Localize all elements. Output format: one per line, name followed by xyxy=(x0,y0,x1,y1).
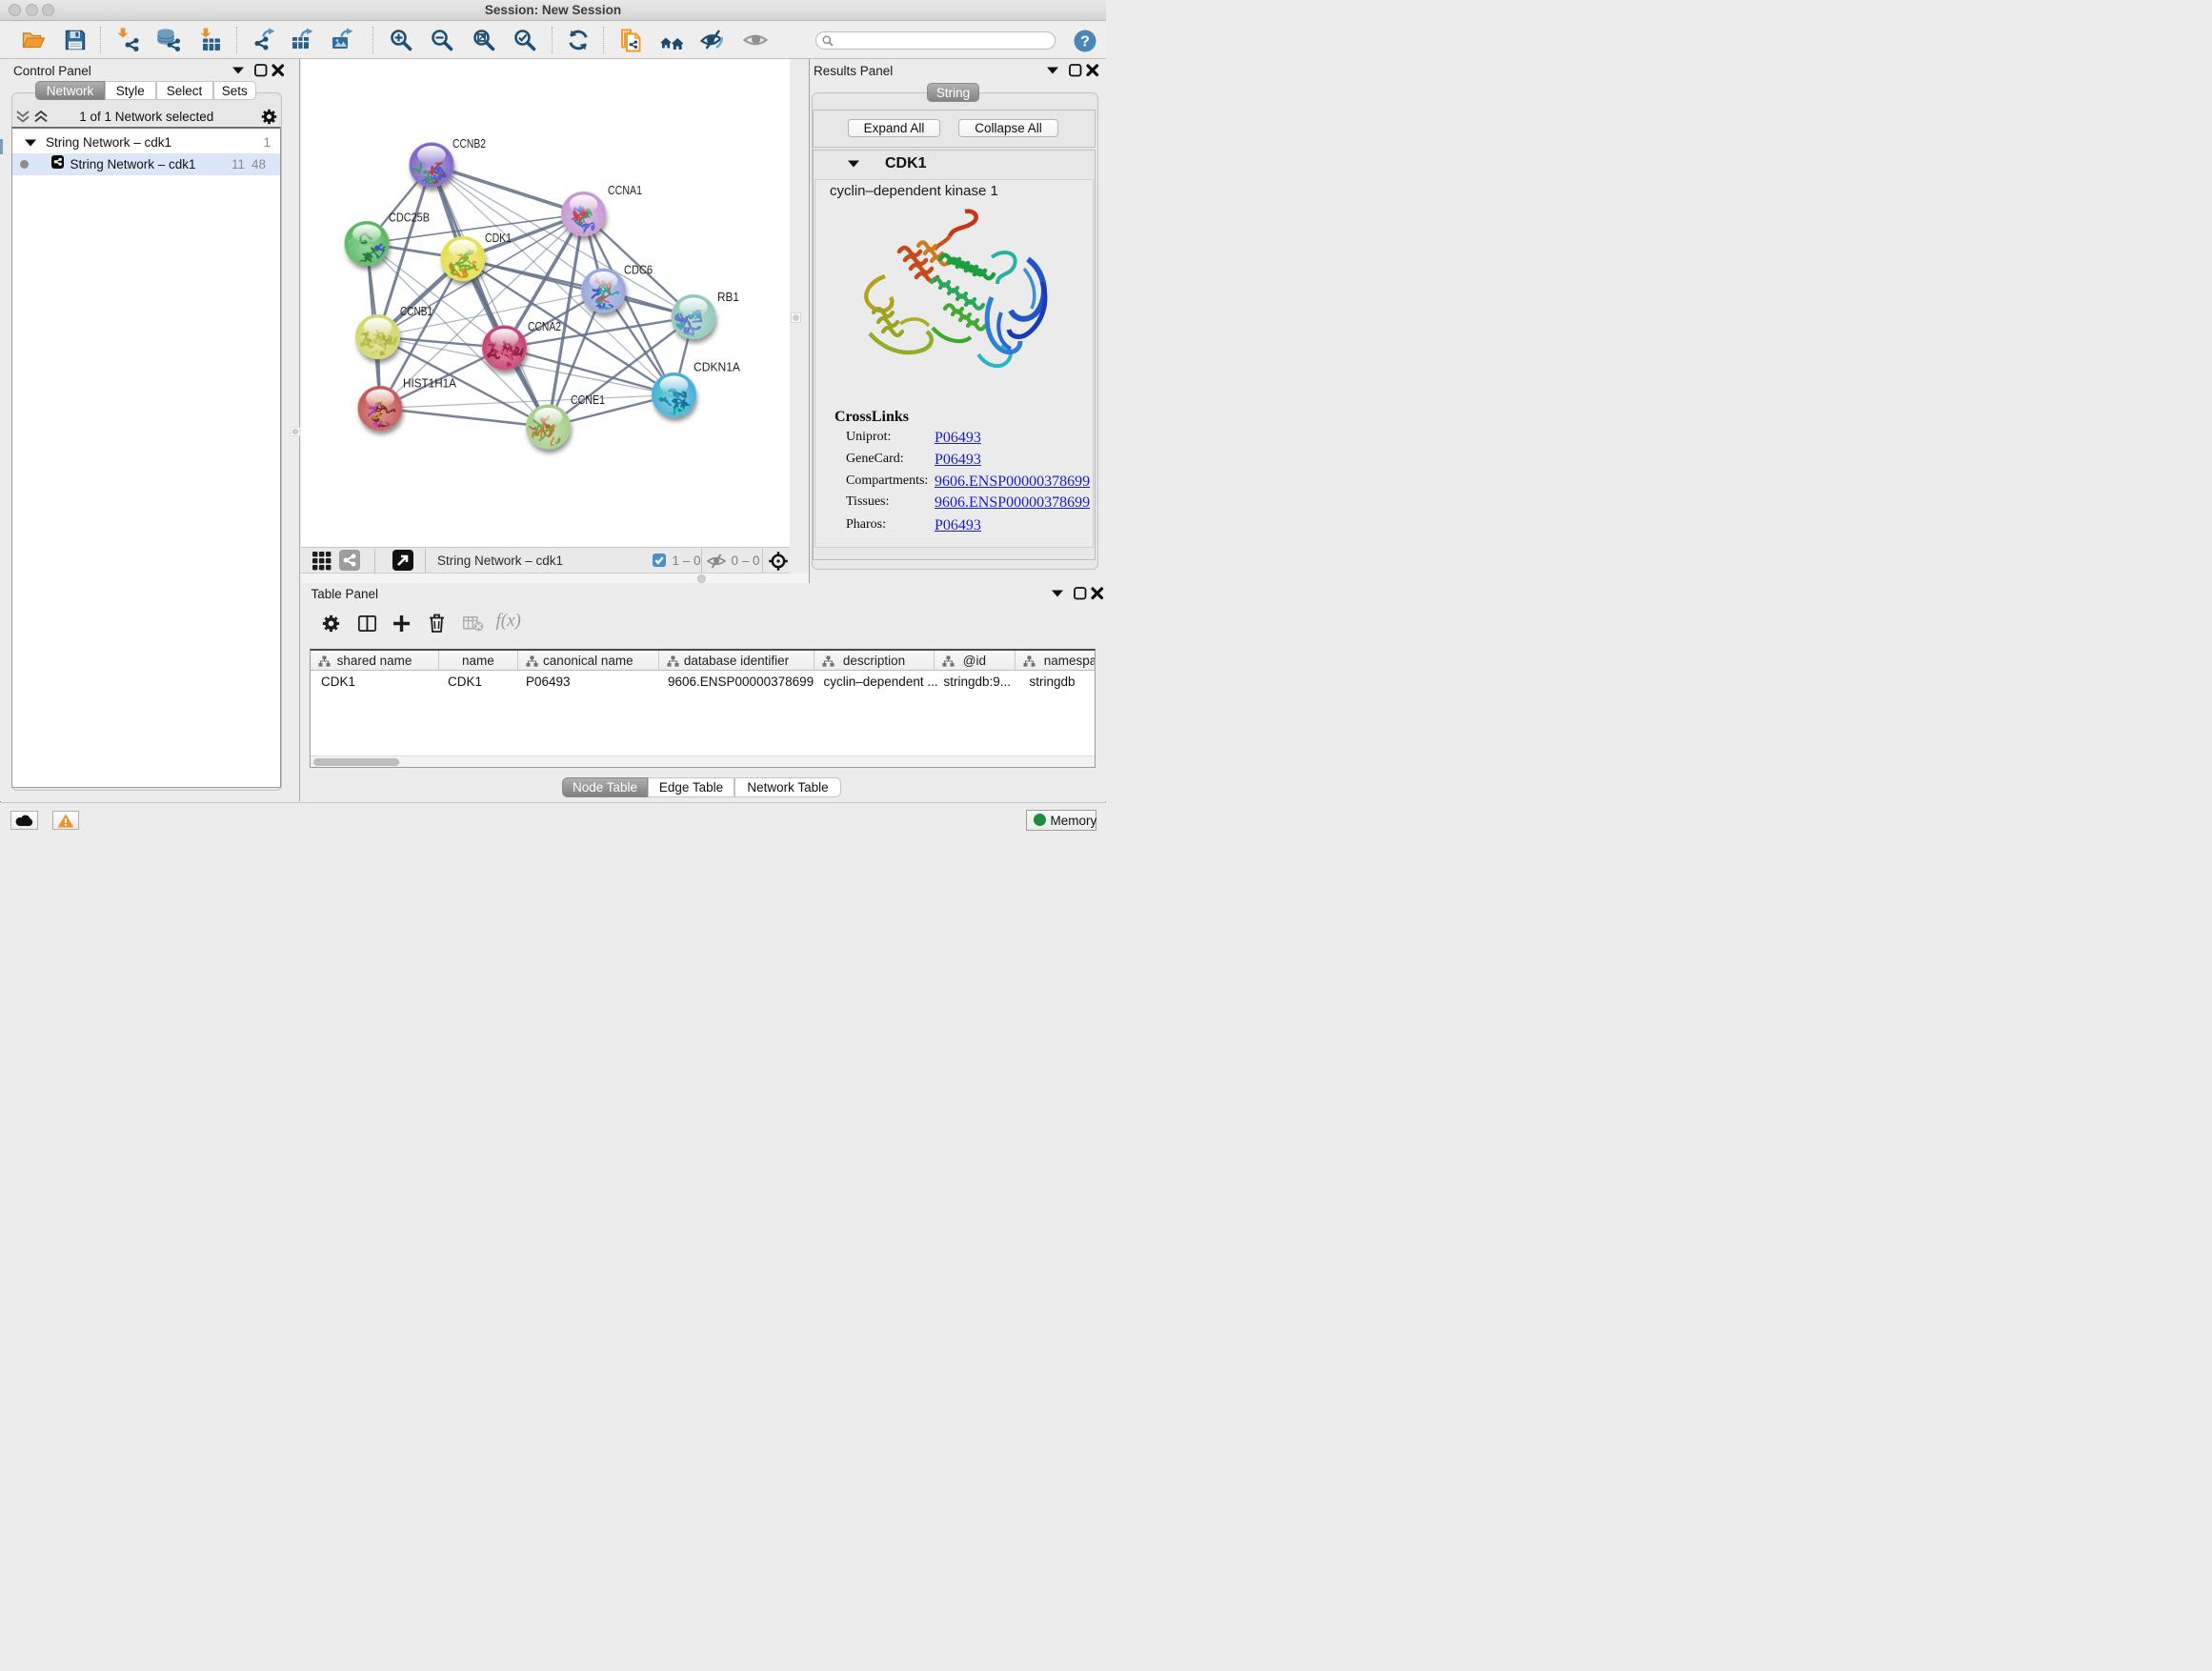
svg-text:CDC6: CDC6 xyxy=(624,263,653,277)
svg-text:RB1: RB1 xyxy=(717,290,739,304)
svg-text:CDKN1A: CDKN1A xyxy=(694,360,740,374)
svg-text:CDC25B: CDC25B xyxy=(389,211,430,225)
svg-text:HIST1H1A: HIST1H1A xyxy=(403,376,456,391)
svg-text:CCNA1: CCNA1 xyxy=(608,183,642,197)
svg-text:?: ? xyxy=(1080,34,1090,50)
svg-text:CCNB1: CCNB1 xyxy=(400,304,432,318)
svg-text:CCNE1: CCNE1 xyxy=(571,393,605,407)
svg-text:CCNB2: CCNB2 xyxy=(452,136,486,151)
svg-text:CCNA2: CCNA2 xyxy=(528,319,561,333)
svg-text:CDK1: CDK1 xyxy=(485,231,512,245)
